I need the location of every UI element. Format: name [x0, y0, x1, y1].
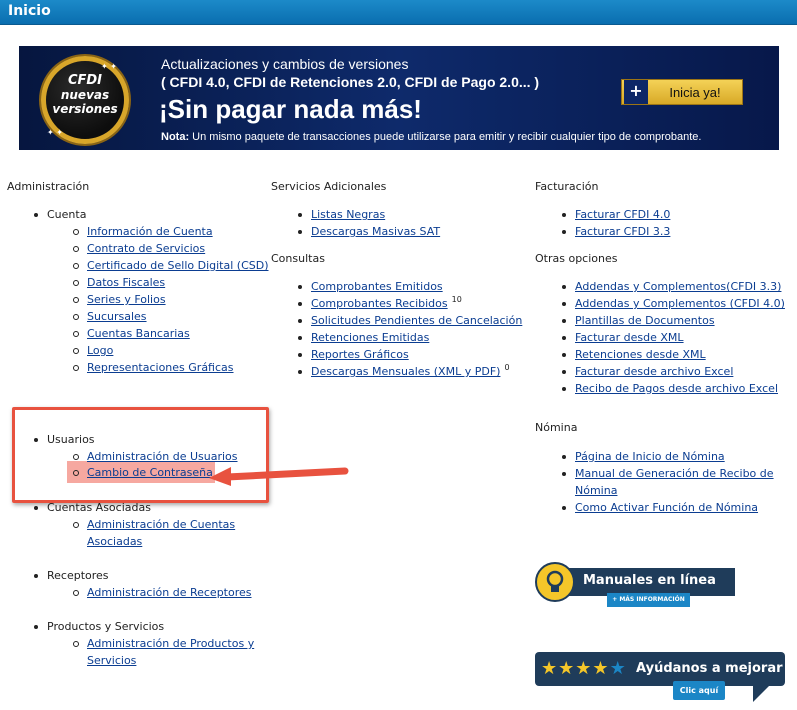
sparkle-icon: ✦ ✦ — [47, 128, 63, 137]
link-manual-nomina[interactable]: Manual de Generación de Recibo de — [562, 467, 774, 480]
group-title-cuenta: Cuenta — [33, 208, 87, 221]
link-certificado-csd[interactable]: Certificado de Sello Digital (CSD) — [73, 259, 269, 272]
star-icon: ★ — [558, 658, 576, 679]
sparkle-icon: ✦ ✦ — [101, 62, 117, 71]
section-title-facturacion: Facturación — [535, 180, 599, 193]
note-label: Nota: — [161, 131, 190, 143]
link-datos-fiscales[interactable]: Datos Fiscales — [72, 276, 165, 289]
recibidos-count-badge: 10 — [451, 295, 462, 304]
arrow-pointer-icon — [209, 467, 349, 486]
link-informacion-cuenta[interactable]: Información de Cuenta — [73, 225, 213, 238]
rating-stars: ★★★★★ — [541, 658, 627, 679]
promo-banner[interactable]: CFDI nuevas versiones ✦ ✦ ✦ ✦ Actualizac… — [19, 46, 779, 150]
link-administracion-productos-cont[interactable]: Servicios — [87, 654, 136, 667]
link-reportes-graficos[interactable]: Reportes Gráficos — [298, 348, 409, 361]
note-text: Un mismo paquete de transacciones puede … — [189, 131, 702, 143]
link-sucursales[interactable]: Sucursales — [73, 310, 147, 323]
link-cuentas-bancarias[interactable]: Cuentas Bancarias — [73, 327, 190, 340]
link-retenciones-emitidas[interactable]: Retenciones Emitidas — [297, 331, 429, 344]
banner-headline: ¡Sin pagar nada más! — [159, 94, 422, 124]
speech-tail — [753, 686, 769, 702]
page-title: Inicio — [8, 3, 51, 19]
link-facturar-cfdi-40[interactable]: Facturar CFDI 4.0 — [561, 208, 670, 221]
link-administracion-cuentas-asociadas[interactable]: Administración de Cuentas — [72, 518, 235, 531]
link-inicio-nomina[interactable]: Página de Inicio de Nómina — [562, 450, 725, 463]
link-facturar-cfdi-33[interactable]: Facturar CFDI 3.3 — [561, 225, 670, 238]
section-title-consultas: Consultas — [271, 252, 325, 265]
badge-line2: nuevas — [60, 88, 110, 102]
manuales-bar: Manuales en línea — [551, 568, 735, 596]
link-facturar-xml[interactable]: Facturar desde XML — [562, 331, 684, 344]
link-addendas-40[interactable]: Addendas y Complementos (CFDI 4.0) — [562, 297, 785, 310]
link-activar-nomina[interactable]: Como Activar Función de Nómina — [561, 501, 758, 514]
link-solicitudes-cancelacion[interactable]: Solicitudes Pendientes de Cancelación — [297, 314, 522, 327]
plus-icon: + — [624, 80, 648, 104]
section-title-otras-opciones: Otras opciones — [535, 252, 618, 265]
ayudanos-label: Ayúdanos a mejorar — [636, 661, 783, 676]
link-comprobantes-emitidos[interactable]: Comprobantes Emitidos — [298, 280, 443, 293]
link-manual-nomina-cont[interactable]: Nómina — [575, 484, 617, 497]
manuales-en-linea-banner[interactable]: Manuales en línea + MÁS INFORMACIÓN — [535, 562, 735, 607]
link-administracion-cuentas-asociadas-cont[interactable]: Asociadas — [87, 535, 142, 548]
section-title-nomina: Nómina — [535, 421, 578, 434]
link-administracion-productos[interactable]: Administración de Productos y — [72, 637, 254, 650]
banner-versions: ( CFDI 4.0, CFDI de Retenciones 2.0, CFD… — [161, 74, 540, 90]
comprobantes-recibidos-row: Comprobantes Recibidos 10 — [311, 295, 462, 310]
ayudanos-box: ★★★★★ Ayúdanos a mejorar — [535, 652, 785, 686]
star-icon: ★ — [592, 658, 610, 679]
descargas-count-badge: 0 — [504, 363, 510, 372]
badge-line3: versiones — [52, 102, 118, 116]
ayudanos-mejorar-banner[interactable]: ★★★★★ Ayúdanos a mejorar Clic aquí — [535, 652, 785, 704]
link-plantillas[interactable]: Plantillas de Documentos — [562, 314, 715, 327]
link-administracion-receptores[interactable]: Administración de Receptores — [73, 586, 252, 599]
descargas-mensuales-row: Descargas Mensuales (XML y PDF) 0 — [311, 363, 510, 378]
link-descargas-mensuales[interactable]: Descargas Mensuales (XML y PDF) — [311, 365, 500, 378]
star-icon: ★ — [609, 658, 627, 679]
link-comprobantes-recibidos[interactable]: Comprobantes Recibidos — [311, 297, 448, 310]
link-addendas-33[interactable]: Addendas y Complementos(CFDI 3.3) — [561, 280, 781, 293]
clic-aqui-button[interactable]: Clic aquí — [673, 681, 725, 700]
inicia-ya-label: Inicia ya! — [669, 84, 721, 100]
link-recibo-pagos-excel[interactable]: Recibo de Pagos desde archivo Excel — [562, 382, 778, 395]
link-descargas-masivas[interactable]: Descargas Masivas SAT — [297, 225, 440, 238]
link-facturar-excel[interactable]: Facturar desde archivo Excel — [561, 365, 733, 378]
section-title-servicios: Servicios Adicionales — [271, 180, 387, 193]
link-retenciones-xml[interactable]: Retenciones desde XML — [562, 348, 706, 361]
link-representaciones-graficas[interactable]: Representaciones Gráficas — [73, 361, 234, 374]
banner-note: Nota: Un mismo paquete de transacciones … — [161, 131, 702, 143]
badge-line1: CFDI — [67, 73, 103, 88]
badge-text: CFDI nuevas versiones — [41, 73, 129, 117]
manuales-label: Manuales en línea — [583, 573, 716, 588]
lightbulb-icon — [535, 562, 575, 602]
star-icon: ★ — [541, 658, 559, 679]
banner-subtitle: Actualizaciones y cambios de versiones — [161, 56, 409, 72]
group-title-productos-servicios: Productos y Servicios — [33, 620, 165, 633]
star-icon: ★ — [575, 658, 593, 679]
cfdi-badge: CFDI nuevas versiones ✦ ✦ ✦ ✦ — [31, 54, 143, 144]
highlight-rectangle — [12, 407, 269, 503]
mas-informacion-button[interactable]: + MÁS INFORMACIÓN — [607, 593, 690, 607]
inicia-ya-button[interactable]: + Inicia ya! — [621, 79, 743, 105]
link-logo[interactable]: Logo — [72, 344, 113, 357]
link-contrato-servicios[interactable]: Contrato de Servicios — [72, 242, 205, 255]
link-listas-negras[interactable]: Listas Negras — [297, 208, 385, 221]
group-title-receptores: Receptores — [34, 569, 109, 582]
link-series-folios[interactable]: Series y Folios — [73, 293, 166, 306]
section-title-administracion: Administración — [7, 180, 90, 193]
page-header: Inicio — [0, 0, 797, 25]
